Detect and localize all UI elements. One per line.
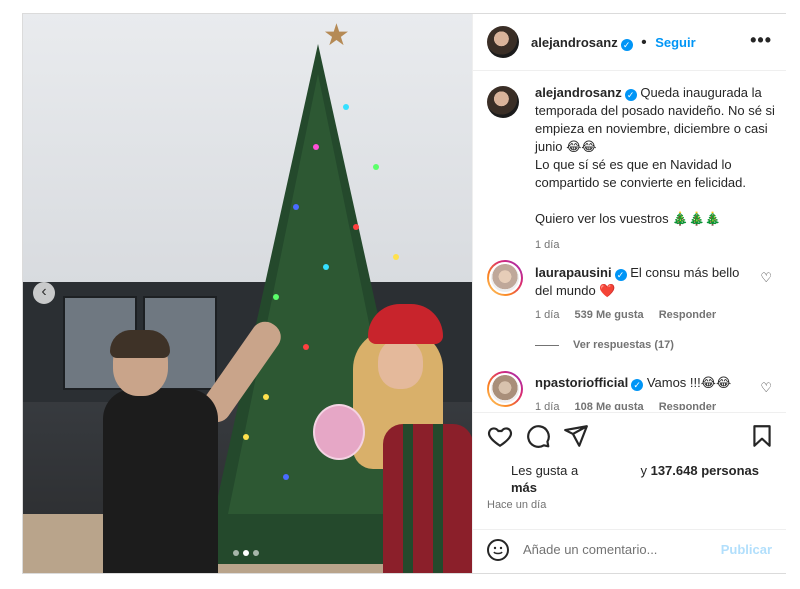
view-replies-label: Ver respuestas (17)	[573, 339, 674, 351]
post-sidebar: alejandrosanz ✓ • Seguir ••• alejandrosan…	[472, 14, 786, 573]
verified-badge-icon: ✓	[624, 89, 637, 101]
carousel-dot	[233, 550, 239, 556]
caption-author-avatar[interactable]	[487, 86, 519, 118]
post-header: alejandrosanz ✓ • Seguir •••	[473, 14, 786, 71]
carousel-dot	[253, 550, 259, 556]
emoji-smiley-icon[interactable]	[487, 539, 509, 561]
tree-light	[353, 224, 359, 230]
comment-text: Vamos !!!😂😂	[646, 375, 732, 390]
tree-light	[343, 104, 349, 110]
comment-item: laurapausini ✓ El consu más bello del mun…	[535, 264, 760, 324]
carousel-prev-button[interactable]: ‹	[33, 282, 55, 304]
carousel-dots	[233, 550, 259, 556]
post-actions-bar	[473, 412, 786, 461]
add-comment-input[interactable]: Añade un comentario...	[523, 542, 657, 557]
author-line: alejandrosanz ✓ • Seguir	[531, 34, 696, 52]
tree-star-icon: ★	[323, 19, 350, 52]
likes-summary: Les gusta a y 137.648 personas más	[511, 462, 781, 496]
likes-middle: y	[640, 463, 647, 478]
like-comment-heart-icon[interactable]: ♡	[760, 380, 772, 396]
comment-bubble-icon[interactable]	[525, 423, 551, 449]
reply-button[interactable]: Responder	[659, 401, 716, 410]
tree-light	[313, 144, 319, 150]
tree-light	[273, 294, 279, 300]
tree-light	[293, 204, 299, 210]
likes-count[interactable]: 137.648 personas	[651, 463, 759, 478]
add-comment-bar: Añade un comentario... Publicar	[473, 529, 786, 574]
tree-light	[393, 254, 399, 260]
comment-time: 1 día	[535, 401, 560, 410]
verified-badge-icon: ✓	[631, 379, 644, 391]
commenter-username[interactable]: npastoriofficial	[535, 375, 628, 390]
save-bookmark-icon[interactable]	[749, 423, 775, 449]
carousel-dot-active	[243, 550, 249, 556]
follow-button[interactable]: Seguir	[655, 35, 695, 50]
commenter-avatar[interactable]	[487, 260, 523, 296]
tree-light	[303, 344, 309, 350]
comment-time: 1 día	[535, 309, 560, 321]
likes-more[interactable]: más	[511, 480, 537, 495]
post-time-ago: Hace un día	[487, 499, 547, 511]
likes-prefix: Les gusta a	[511, 463, 579, 478]
caption-text: Queda inaugurada la temporada del posado…	[535, 85, 775, 226]
post-photo[interactable]: ★ ‹	[23, 14, 472, 573]
comment-meta: 1 día 539 Me gusta Responder	[535, 306, 760, 324]
comment-item: npastoriofficial ✓ Vamos !!!😂😂 1 día 108 …	[535, 374, 760, 410]
tree-light	[283, 474, 289, 480]
commenter-avatar[interactable]	[487, 371, 523, 407]
share-paper-plane-icon[interactable]	[563, 423, 589, 449]
more-options-icon[interactable]: •••	[750, 30, 772, 51]
reply-button[interactable]: Responder	[659, 309, 716, 321]
like-heart-icon[interactable]	[487, 423, 513, 449]
comment-meta: 1 día 108 Me gusta Responder	[535, 398, 760, 410]
verified-badge-icon: ✓	[620, 39, 633, 51]
caption-author-username[interactable]: alejandrosanz	[535, 85, 622, 100]
verified-badge-icon: ✓	[614, 269, 627, 281]
commenter-username[interactable]: laurapausini	[535, 265, 612, 280]
instagram-post: ★ ‹ alejandrosanz ✓ • Seguir ••• alejand…	[22, 13, 786, 574]
tree-light	[373, 164, 379, 170]
separator-dot: •	[641, 34, 647, 51]
author-avatar[interactable]	[487, 26, 519, 58]
comment-likes[interactable]: 539 Me gusta	[575, 309, 644, 321]
ornament	[313, 404, 365, 460]
caption-time: 1 día	[535, 239, 560, 251]
post-caption: alejandrosanz ✓ Queda inaugurada la tempo…	[535, 84, 775, 254]
like-comment-heart-icon[interactable]: ♡	[760, 270, 772, 286]
view-replies-button[interactable]: Ver respuestas (17)	[535, 339, 674, 351]
tree-light	[243, 434, 249, 440]
tree-light	[323, 264, 329, 270]
comment-likes[interactable]: 108 Me gusta	[575, 401, 644, 410]
publish-button[interactable]: Publicar	[721, 542, 772, 557]
author-username[interactable]: alejandrosanz	[531, 35, 618, 50]
replies-line	[535, 344, 559, 346]
man-figure	[83, 316, 287, 573]
tree-light	[263, 394, 269, 400]
